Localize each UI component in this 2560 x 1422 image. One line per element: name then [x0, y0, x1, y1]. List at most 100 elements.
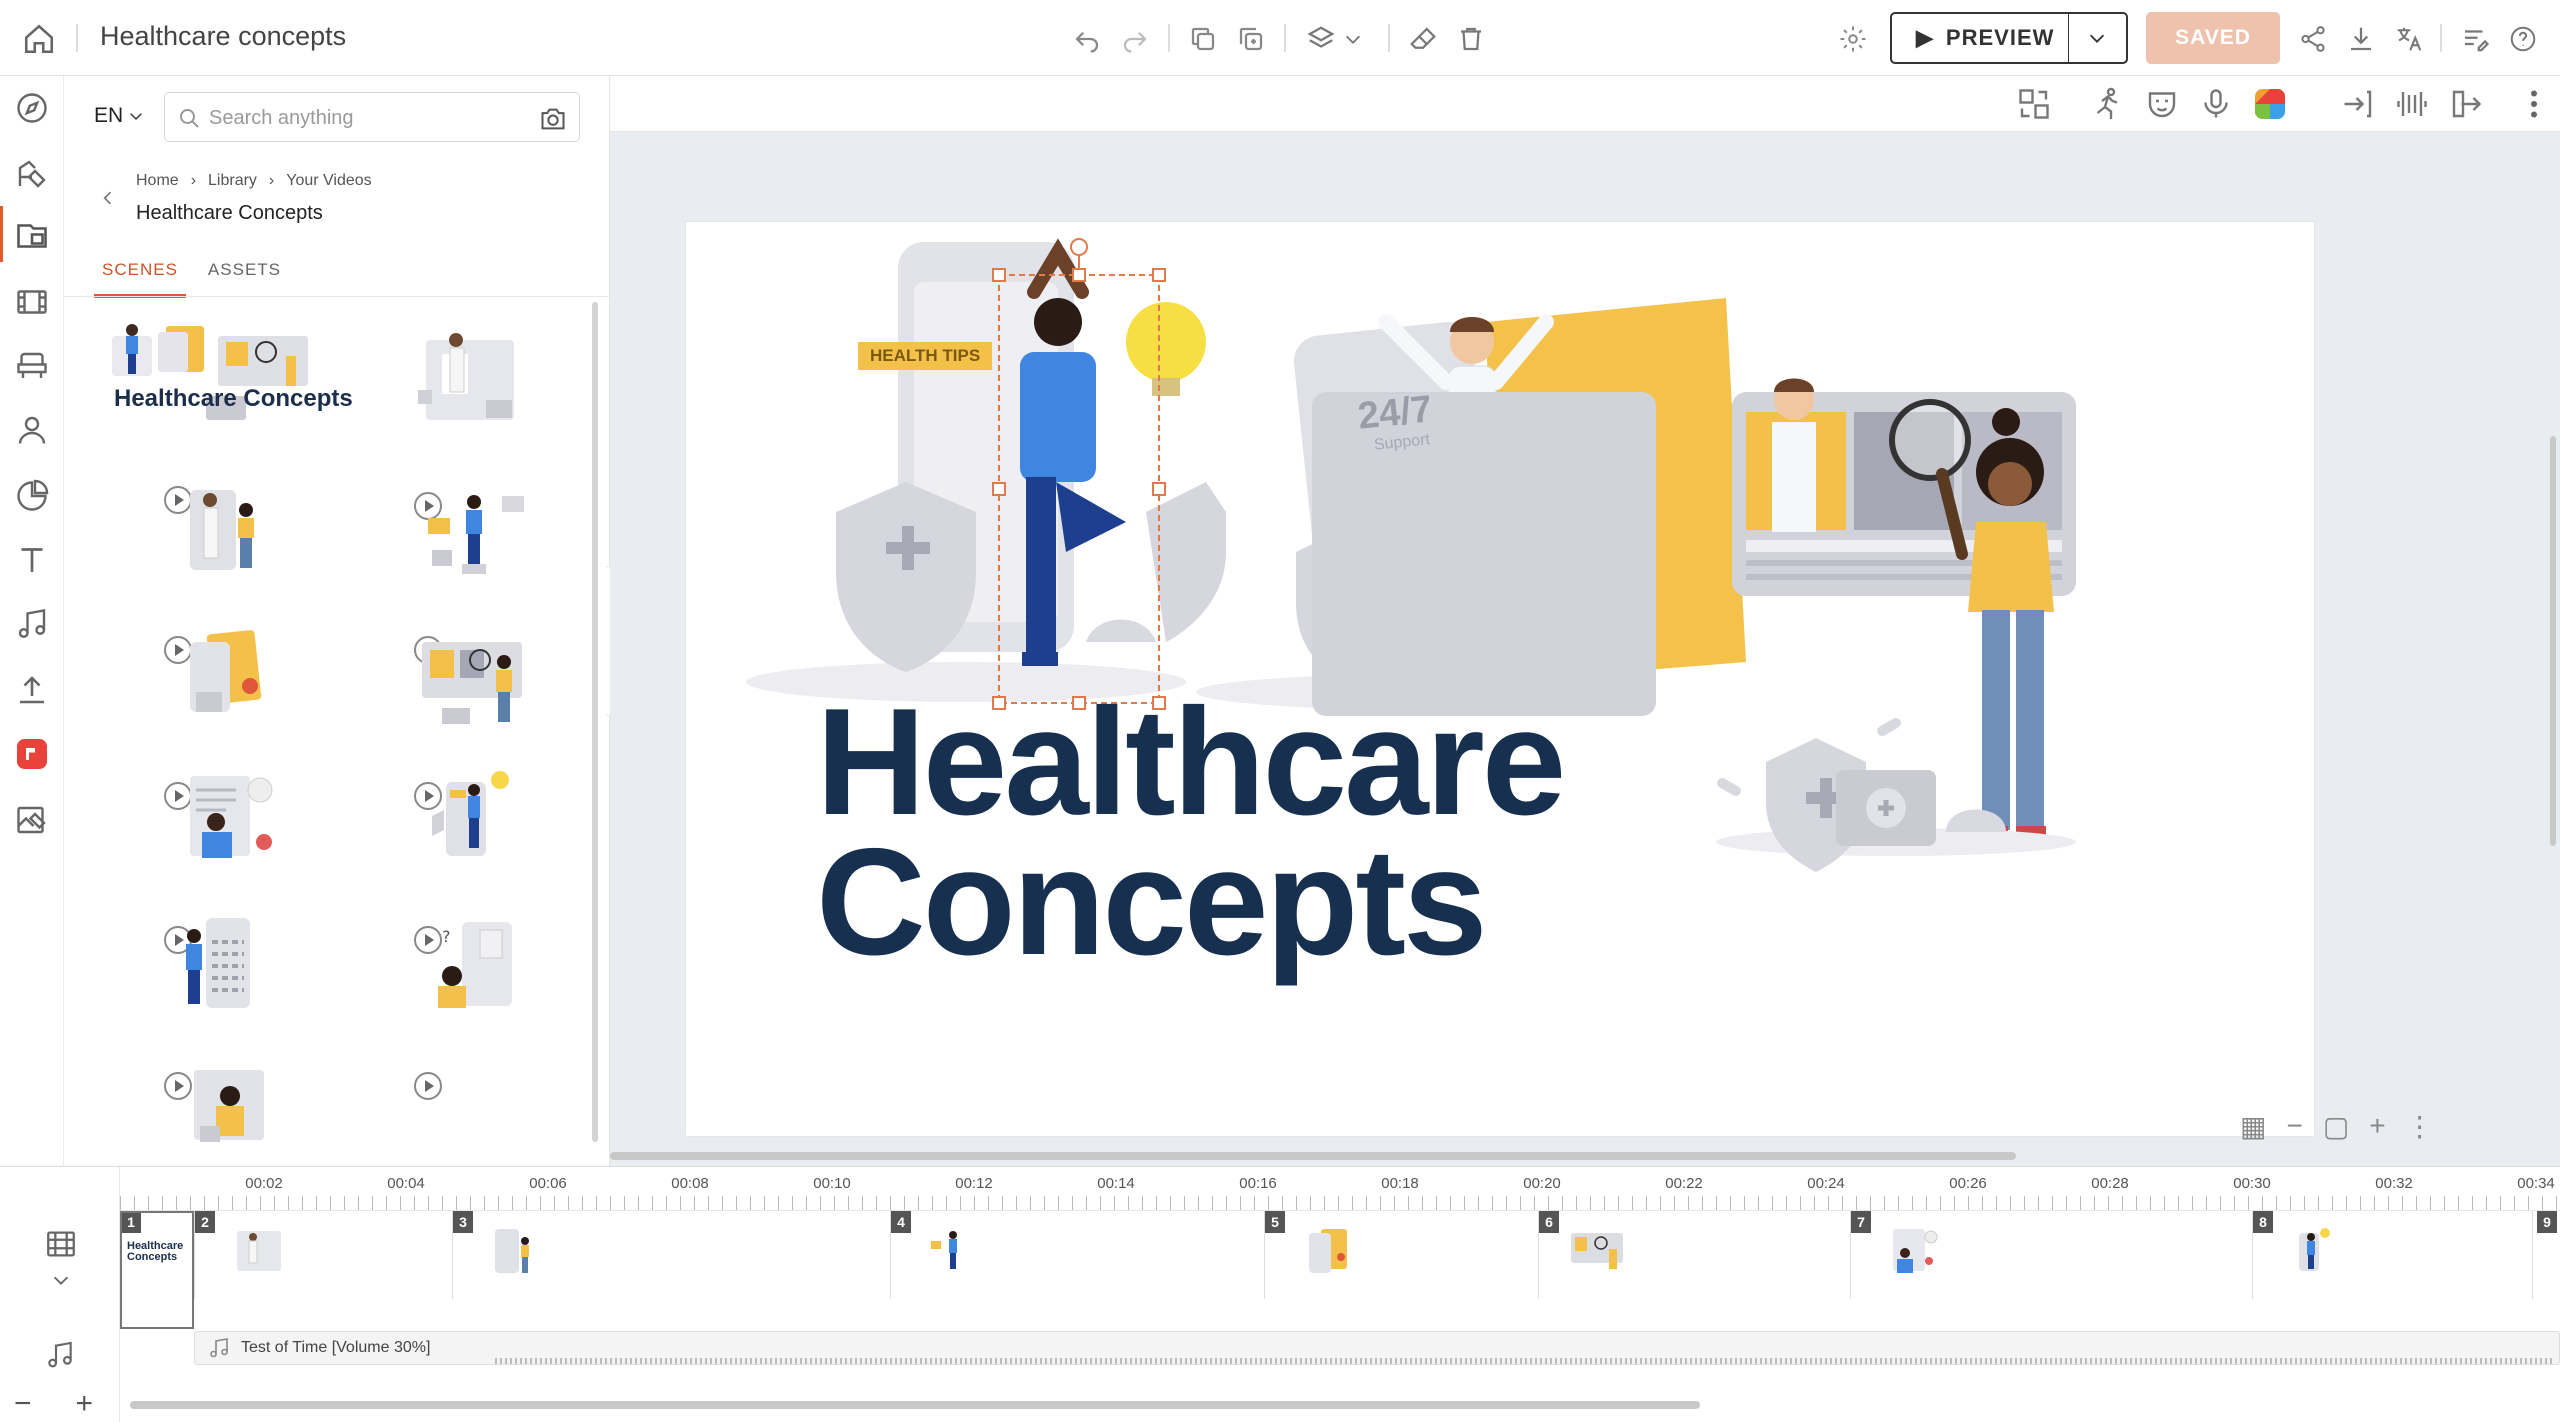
chevron-down-icon[interactable] [1342, 24, 1364, 54]
color-icon[interactable] [2252, 86, 2288, 122]
mask-icon[interactable] [2144, 86, 2180, 122]
person-icon[interactable] [14, 412, 50, 448]
fit-screen-icon[interactable]: ▢ [2323, 1110, 2349, 1143]
timeline-scrollbar[interactable] [130, 1401, 1700, 1409]
share-icon[interactable] [2298, 24, 2328, 54]
trash-icon[interactable] [1456, 24, 1486, 54]
stage-area: HEALTH TIPS 24/7 Support Healthcare Conc… [610, 76, 2560, 1166]
timeline-scene[interactable]: 9 [2532, 1211, 2560, 1299]
breadcrumb-your-videos[interactable]: Your Videos [286, 172, 371, 190]
film-icon[interactable] [14, 284, 50, 320]
help-icon[interactable] [2508, 24, 2538, 54]
brand-icon[interactable] [14, 736, 50, 772]
duplicate-icon[interactable] [1236, 24, 1266, 54]
chart-icon[interactable] [14, 478, 50, 514]
scene-thumbnail[interactable]: ? [402, 902, 542, 1032]
scene-thumbnail[interactable] [396, 320, 536, 450]
scene-thumbnail[interactable] [402, 756, 542, 886]
undo-icon[interactable] [1072, 24, 1102, 54]
time-ruler[interactable]: 00:02 00:04 00:06 00:08 00:10 00:12 00:1… [120, 1167, 2560, 1211]
preview-main[interactable]: ▶ PREVIEW [1892, 14, 2069, 62]
project-title[interactable]: Healthcare concepts [100, 21, 346, 52]
timeline-scene[interactable]: 4 [890, 1211, 1264, 1299]
animate-icon[interactable] [2090, 86, 2126, 122]
canvas-vertical-scrollbar[interactable] [2550, 436, 2556, 846]
home-icon[interactable] [22, 22, 56, 56]
scene-thumbnail[interactable] [106, 316, 326, 446]
sound-wave-icon[interactable] [2394, 86, 2430, 122]
scene-thumbnail[interactable] [150, 612, 290, 742]
timeline-zoom-out-icon[interactable]: − [14, 1387, 32, 1421]
image-edit-icon[interactable] [14, 802, 50, 838]
notes-icon[interactable] [2460, 24, 2490, 54]
preview-options-chevron-icon[interactable] [2069, 14, 2126, 62]
music-icon[interactable] [14, 606, 50, 642]
preview-button[interactable]: ▶ PREVIEW [1890, 12, 2128, 64]
exit-icon[interactable] [2448, 86, 2484, 122]
scene-number: 7 [1851, 1211, 1871, 1233]
play-icon[interactable] [414, 1072, 442, 1100]
timeline-scene[interactable]: 8 [2252, 1211, 2532, 1299]
upload-icon[interactable] [14, 672, 50, 708]
text-icon[interactable] [14, 542, 50, 578]
brush-icon[interactable] [14, 156, 50, 192]
scene-canvas[interactable]: HEALTH TIPS 24/7 Support Healthcare Conc… [686, 222, 2314, 1136]
eraser-icon[interactable] [1408, 24, 1438, 54]
redo-icon[interactable] [1120, 24, 1150, 54]
settings-icon[interactable] [1838, 24, 1868, 54]
search-input[interactable] [209, 103, 529, 133]
grid-icon[interactable]: ▦ [2240, 1110, 2266, 1143]
layers-icon[interactable] [1306, 24, 1336, 54]
scene-thumbnail[interactable] [150, 1046, 290, 1176]
canvas-horizontal-scrollbar[interactable] [610, 1152, 2016, 1160]
timeline-scene[interactable]: 2 [194, 1211, 452, 1299]
tab-scenes[interactable]: SCENES [94, 256, 186, 298]
compass-icon[interactable] [14, 90, 50, 126]
mic-icon[interactable] [2198, 86, 2234, 122]
scene-mini-thumbnail [1295, 1221, 1359, 1281]
camera-icon[interactable] [539, 105, 567, 131]
scene-thumbnail[interactable] [402, 612, 542, 742]
breadcrumb-library[interactable]: Library [208, 172, 257, 190]
timeline-scene[interactable]: 5 [1264, 1211, 1538, 1299]
swap-icon[interactable] [2016, 86, 2052, 122]
health-tips-badge[interactable]: HEALTH TIPS [858, 342, 993, 370]
search-box[interactable] [164, 92, 580, 142]
language-selector[interactable]: EN [94, 104, 145, 128]
music-track-icon[interactable] [44, 1339, 76, 1371]
scene-mini-thumbnail [483, 1221, 547, 1281]
scenes-panel: EN Home › Library › Your Videos Healthca… [64, 76, 610, 1244]
scene-thumbnail[interactable] [150, 902, 290, 1032]
scene-number: 6 [1539, 1211, 1559, 1233]
timeline-scene[interactable]: 7 [1850, 1211, 2252, 1299]
tick-label: 00:10 [813, 1175, 851, 1192]
scene-thumbnail[interactable] [402, 472, 542, 602]
enter-icon[interactable] [2340, 86, 2376, 122]
tick-label: 00:12 [955, 1175, 993, 1192]
panel-scrollbar[interactable] [592, 302, 598, 1142]
divider [1388, 24, 1390, 52]
download-icon[interactable] [2346, 24, 2376, 54]
breadcrumb-home[interactable]: Home [136, 172, 179, 190]
panel-toggle-icon[interactable]: ⋮ [2406, 1110, 2434, 1143]
headline[interactable]: Healthcare Concepts [816, 686, 1566, 978]
timeline-scene[interactable]: 6 [1538, 1211, 1850, 1299]
copy-icon[interactable] [1188, 24, 1218, 54]
more-icon[interactable] [2516, 86, 2552, 122]
zoom-in-icon[interactable]: + [2369, 1110, 2385, 1142]
scene-thumbnail[interactable] [150, 470, 290, 600]
library-icon[interactable] [14, 218, 50, 254]
timeline-zoom-in-icon[interactable]: + [76, 1387, 94, 1421]
scene-thumbnail[interactable] [150, 756, 290, 886]
zoom-out-icon[interactable]: − [2286, 1110, 2302, 1142]
translate-icon[interactable] [2394, 24, 2424, 54]
tab-assets[interactable]: ASSETS [200, 256, 289, 298]
back-chevron-icon[interactable] [98, 188, 118, 212]
saved-button[interactable]: SAVED [2146, 12, 2280, 64]
film-strip-icon[interactable] [44, 1227, 78, 1261]
chevron-down-icon[interactable] [50, 1269, 72, 1291]
chair-icon[interactable] [14, 348, 50, 384]
tick-label: 00:22 [1665, 1175, 1703, 1192]
audio-track[interactable]: Test of Time [Volume 30%] [194, 1331, 2560, 1365]
timeline-scene[interactable]: 3 [452, 1211, 890, 1299]
